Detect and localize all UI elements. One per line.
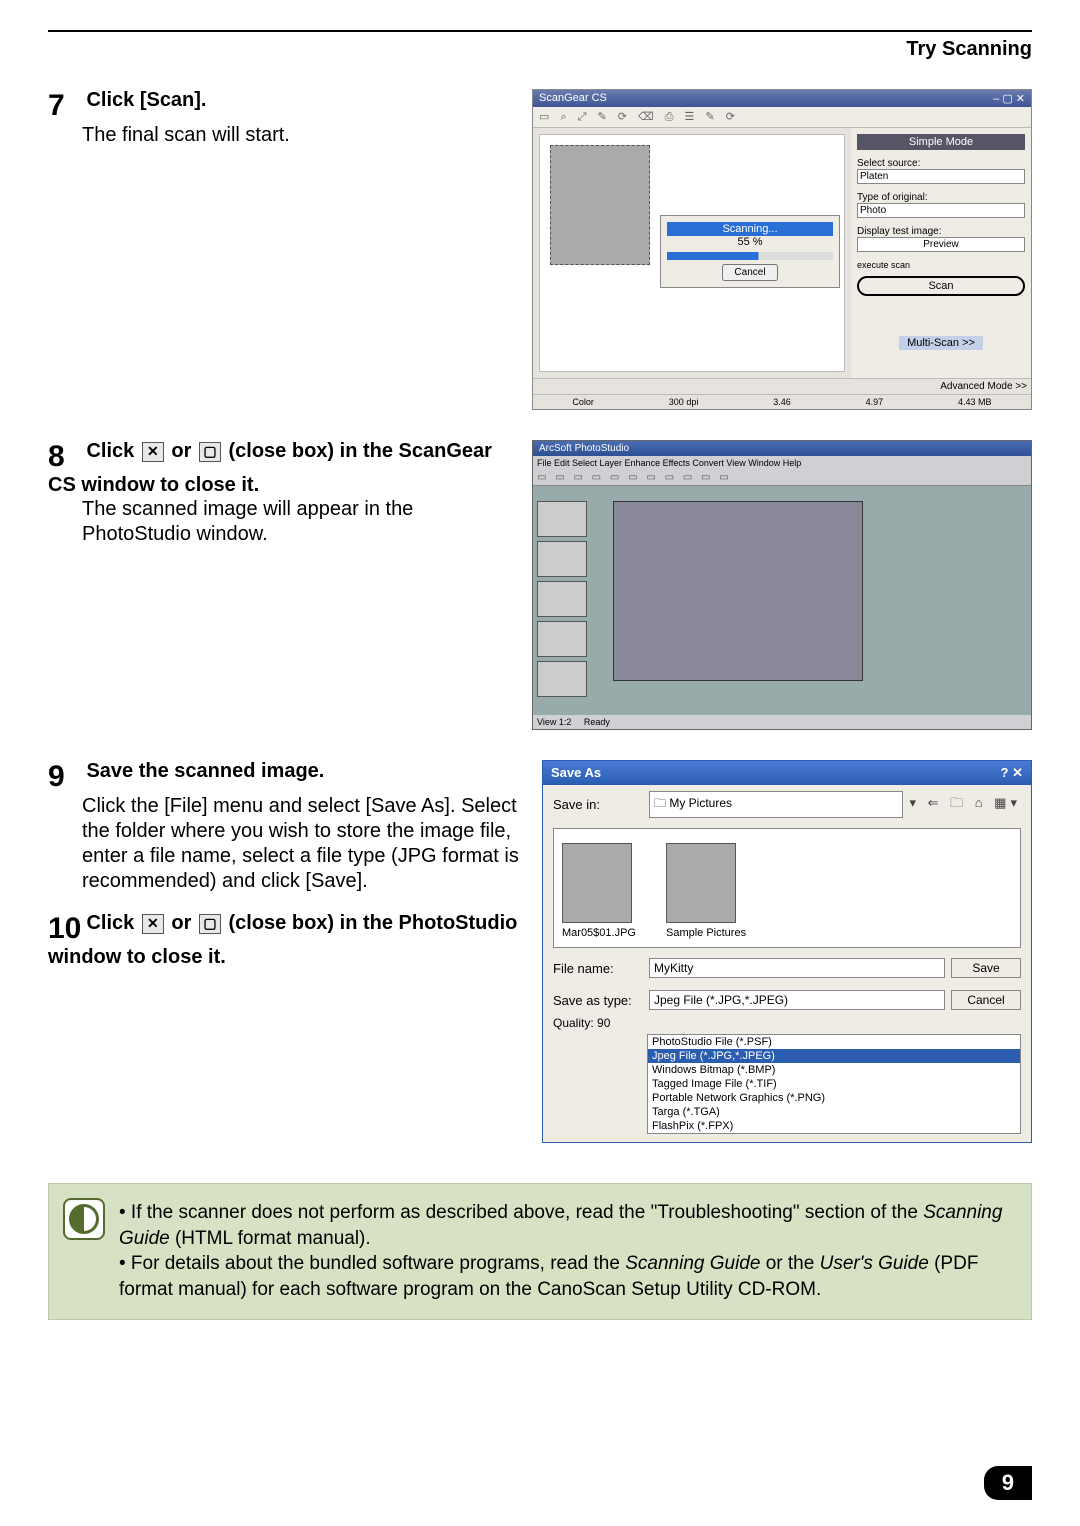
multiscan-button[interactable]: Multi-Scan >> (899, 336, 983, 350)
status-height: 4.97 (866, 397, 884, 407)
progress-dialog: Scanning... 55 % Cancel (660, 215, 840, 288)
preview-thumb (550, 145, 650, 265)
progress-bar (667, 252, 833, 260)
savein-label: Save in: (553, 797, 643, 812)
progress-title: Scanning... (667, 222, 833, 236)
step-8: 8 Click ✕ or ▢ (close box) in the ScanGe… (48, 440, 1032, 730)
step-number: 9 (48, 760, 82, 794)
status-zoom: View 1:2 (537, 717, 571, 727)
step-number: 10 (48, 912, 82, 946)
folder-thumb[interactable] (666, 843, 736, 923)
status-width: 3.46 (773, 397, 791, 407)
select-source-label: Select source: (857, 158, 1025, 169)
save-as-title: Save As (551, 765, 601, 781)
execute-scan-label: execute scan (857, 260, 1025, 270)
scangear-window: ScanGear CS – ▢ ✕ ▭ ⌕ ⤢ ✎ ⟳ ⌫ ⎙ ☰ ✎ ⟳ Sc… (532, 89, 1032, 410)
thumbnail-strip[interactable] (537, 501, 597, 701)
close-x-icon: ✕ (142, 914, 164, 934)
note-icon (63, 1198, 105, 1240)
step-body: The final scan will start. (82, 123, 512, 148)
status-bar: Color 300 dpi 3.46 4.97 4.43 MB (533, 394, 1031, 409)
type-original-label: Type of original: (857, 192, 1025, 203)
step-instruction: Click [Scan]. (86, 89, 206, 111)
status-size: 4.43 MB (958, 397, 992, 407)
status-ready: Ready (584, 717, 610, 727)
step-instruction-a: Click (86, 912, 139, 934)
savetype-dropdown[interactable]: Jpeg File (*.JPG,*.JPEG) (649, 990, 945, 1010)
advanced-mode-link[interactable]: Advanced Mode >> (533, 378, 1031, 394)
filetype-option[interactable]: PhotoStudio File (*.PSF) (648, 1035, 1020, 1049)
file-browser[interactable]: Mar05$01.JPG Sample Pictures (553, 828, 1021, 948)
note-bullet2-em2: User's Guide (820, 1253, 929, 1274)
note-bullet2-b: or the (760, 1253, 819, 1274)
filetype-option[interactable]: FlashPix (*.FPX) (648, 1119, 1020, 1133)
filename-label: File name: (553, 961, 643, 976)
step-instruction-b: or (171, 440, 197, 462)
filetype-option[interactable]: Portable Network Graphics (*.PNG) (648, 1091, 1020, 1105)
step-instruction: Save the scanned image. (86, 760, 324, 782)
filetype-option[interactable]: Tagged Image File (*.TIF) (648, 1077, 1020, 1091)
cancel-button[interactable]: Cancel (951, 990, 1021, 1010)
scangear-title: ScanGear CS (539, 92, 607, 105)
step-instruction-a: Click (86, 440, 139, 462)
photostudio-window: ArcSoft PhotoStudio File Edit Select Lay… (532, 440, 1032, 730)
step-body: The scanned image will appear in the Pho… (82, 497, 512, 547)
scan-button-highlight: Scan (857, 276, 1025, 296)
page-header: Try Scanning (48, 38, 1032, 61)
step-9-10: 9 Save the scanned image. Click the [Fil… (48, 760, 1032, 1143)
mode-label: Simple Mode (857, 134, 1025, 150)
close-x-icon: ✕ (142, 442, 164, 462)
filename-input[interactable] (649, 958, 945, 978)
scangear-toolbar[interactable]: ▭ ⌕ ⤢ ✎ ⟳ ⌫ ⎙ ☰ ✎ ⟳ (533, 107, 1031, 128)
window-controls[interactable]: – ▢ ✕ (993, 92, 1025, 105)
save-as-dialog: Save As ? ✕ Save in: 🗀 My Pictures ▾ ⇐ 🗀… (542, 760, 1032, 1143)
photostudio-toolbar[interactable]: ▭ ▭ ▭ ▭ ▭ ▭ ▭ ▭ ▭ ▭ ▭ (533, 470, 1031, 486)
select-source-dropdown[interactable]: Platen (857, 169, 1025, 184)
file-name: Mar05$01.JPG (562, 927, 636, 939)
step-number: 7 (48, 89, 82, 123)
savein-dropdown[interactable]: 🗀 My Pictures (649, 791, 903, 818)
preview-area: Scanning... 55 % Cancel (539, 134, 845, 372)
dialog-controls[interactable]: ? ✕ (1001, 765, 1023, 781)
display-test-label: Display test image: (857, 226, 1025, 237)
step-7: 7 Click [Scan]. The final scan will star… (48, 89, 1032, 410)
savetype-label: Save as type: (553, 993, 643, 1008)
note-box: • If the scanner does not perform as des… (48, 1183, 1032, 1320)
step-body: Click the [File] menu and select [Save A… (82, 794, 522, 894)
note-bullet2-em1: Scanning Guide (625, 1253, 760, 1274)
status-dpi: 300 dpi (669, 397, 699, 407)
step-instruction-b: or (171, 912, 197, 934)
file-thumb[interactable] (562, 843, 632, 923)
header-rule (48, 30, 1032, 32)
preview-button[interactable]: Preview (857, 237, 1025, 252)
canvas-image (613, 501, 863, 681)
quality-label: Quality: 90 (543, 1016, 1031, 1034)
note-bullet1-b: (HTML format manual). (170, 1228, 371, 1249)
type-original-dropdown[interactable]: Photo (857, 203, 1025, 218)
note-bullet1-a: • If the scanner does not perform as des… (119, 1202, 923, 1223)
filetype-option[interactable]: Targa (*.TGA) (648, 1105, 1020, 1119)
page-number: 9 (984, 1466, 1032, 1500)
cancel-button[interactable]: Cancel (722, 264, 777, 281)
nav-icons[interactable]: ▾ ⇐ 🗀 ⌂ ▦▾ (909, 794, 1021, 816)
folder-name: Sample Pictures (666, 927, 746, 939)
photostudio-menu[interactable]: File Edit Select Layer Enhance Effects C… (533, 456, 1031, 470)
close-box-icon: ▢ (199, 442, 221, 462)
note-bullet2-a: • For details about the bundled software… (119, 1253, 625, 1274)
step-number: 8 (48, 440, 82, 474)
filetype-option[interactable]: Windows Bitmap (*.BMP) (648, 1063, 1020, 1077)
photostudio-title: ArcSoft PhotoStudio (533, 441, 1031, 456)
status-color: Color (572, 397, 594, 407)
savein-value: My Pictures (669, 796, 732, 810)
scan-button[interactable]: Scan (861, 280, 1021, 292)
close-box-icon: ▢ (199, 914, 221, 934)
progress-percent: 55 % (667, 236, 833, 248)
filetype-list[interactable]: PhotoStudio File (*.PSF) Jpeg File (*.JP… (647, 1034, 1021, 1134)
filetype-option-selected[interactable]: Jpeg File (*.JPG,*.JPEG) (648, 1049, 1020, 1063)
save-button[interactable]: Save (951, 958, 1021, 978)
